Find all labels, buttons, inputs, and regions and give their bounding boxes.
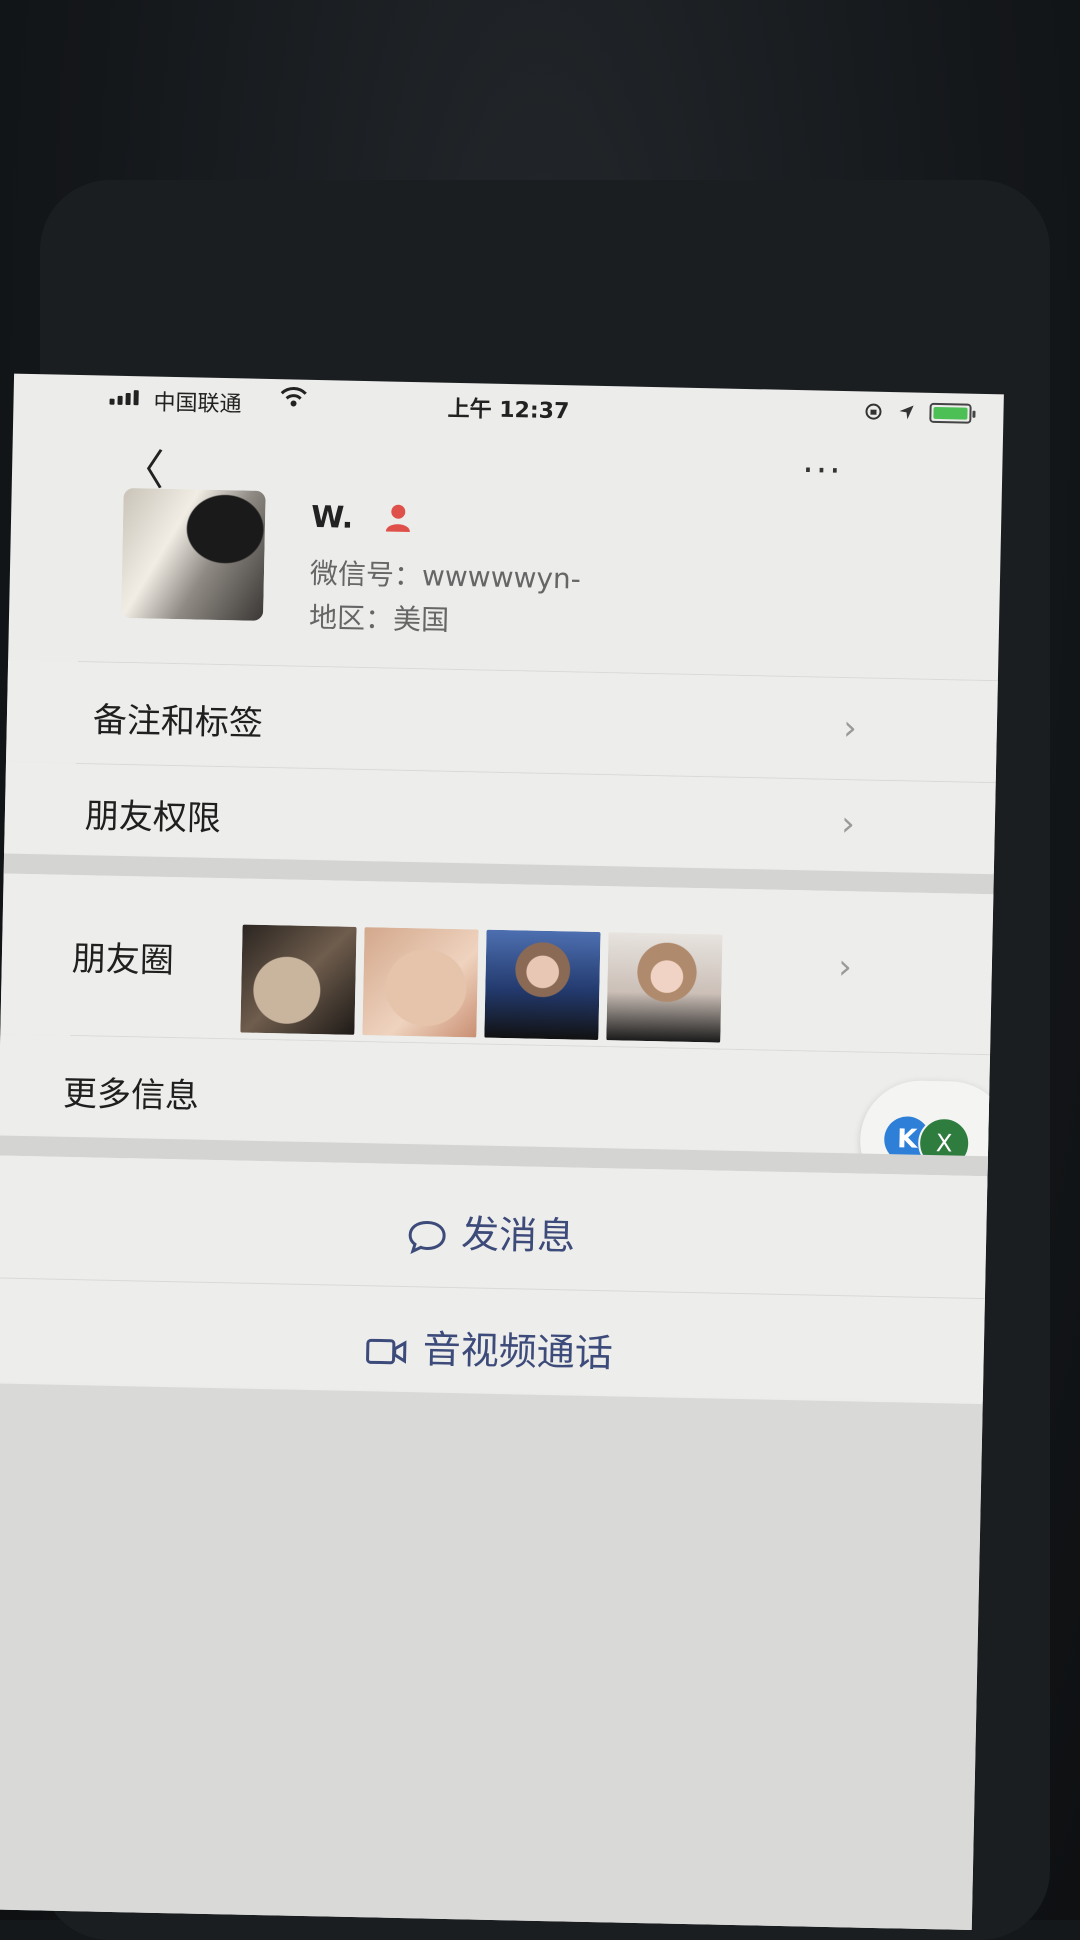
chat-bubble-icon xyxy=(408,1220,446,1254)
row-label-friend-permissions: 朋友权限 xyxy=(84,796,222,840)
video-call-label: 音视频通话 xyxy=(422,1327,614,1376)
region: 地区：美国 xyxy=(308,600,450,637)
avatar[interactable] xyxy=(121,487,266,621)
row-more-info[interactable]: 更多信息 xyxy=(0,1034,991,1156)
location-icon xyxy=(899,405,914,420)
profile-name: W. xyxy=(310,499,354,536)
moments-thumbnails[interactable] xyxy=(240,924,723,1043)
rotation-lock-icon xyxy=(865,403,882,420)
chevron-right-icon: › xyxy=(840,804,856,845)
wechat-id: 微信号：wwwwwyn- xyxy=(309,556,582,596)
row-label-moments: 朋友圈 xyxy=(71,938,175,982)
send-message-label: 发消息 xyxy=(460,1212,576,1259)
row-remark-tags[interactable]: 备注和标签 › xyxy=(6,660,998,782)
moments-thumb-2 xyxy=(362,927,479,1038)
chevron-right-icon: › xyxy=(842,708,858,749)
more-options-button[interactable]: ··· xyxy=(802,450,843,492)
battery-icon xyxy=(929,402,972,424)
more-dots-icon: ··· xyxy=(801,450,844,493)
chevron-right-icon: › xyxy=(837,947,853,988)
row-label-remark-tags: 备注和标签 xyxy=(92,700,264,744)
moments-thumb-4 xyxy=(606,932,723,1043)
phone-screen: 中国联通 上午 12:37 〈 ··· W. 微信号：wwwwwyn- 地区：美… xyxy=(0,373,1004,1931)
contact-person-icon xyxy=(385,504,410,532)
empty-area xyxy=(0,1383,983,1931)
video-camera-icon xyxy=(366,1338,407,1364)
chevron-left-icon: 〈 xyxy=(121,444,165,495)
row-label-more-info: 更多信息 xyxy=(62,1073,200,1117)
status-right-group xyxy=(863,401,972,424)
moments-thumb-3 xyxy=(484,929,601,1041)
moments-thumb-1 xyxy=(240,924,357,1035)
